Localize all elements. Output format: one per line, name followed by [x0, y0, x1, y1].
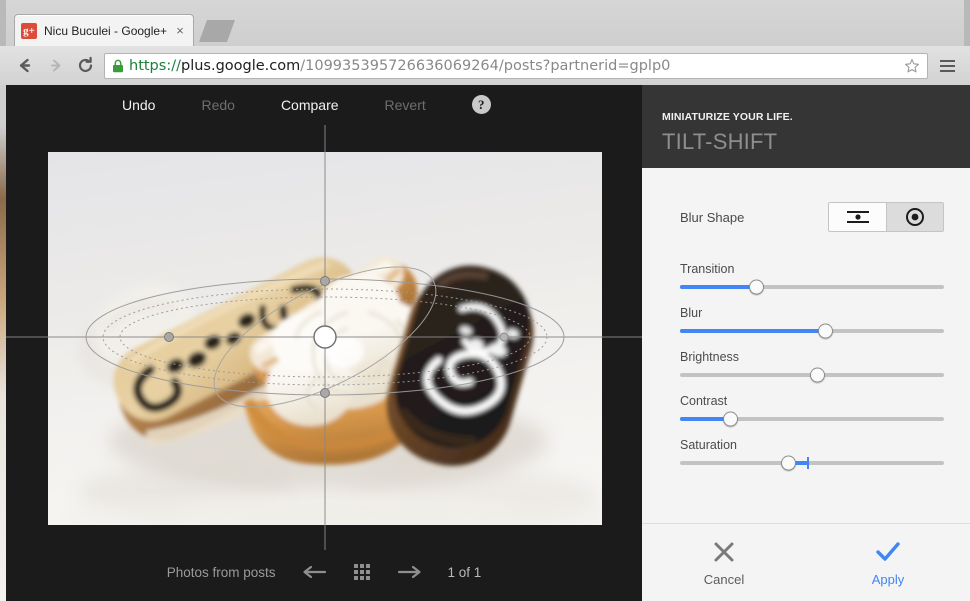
panel-kicker: MINIATURIZE YOUR LIFE.	[662, 111, 793, 123]
slider-blur-knob[interactable]	[817, 323, 833, 339]
browser-toolbar: https://plus.google.com/1099353957266360…	[0, 46, 970, 85]
new-tab-button[interactable]	[199, 20, 235, 42]
page-title: TILT-SHIFT	[662, 129, 778, 154]
back-arrow-icon[interactable]	[10, 52, 40, 80]
photos-source-label[interactable]: Photos from posts	[167, 565, 276, 580]
blur-shape-label: Blur Shape	[680, 209, 745, 225]
address-bar[interactable]: https://plus.google.com/1099353957266360…	[104, 52, 928, 79]
slider-contrast-knob[interactable]	[722, 411, 738, 427]
ssl-lock-icon	[113, 59, 123, 72]
editor-toolbar: Undo Redo Compare Revert ?	[6, 85, 642, 124]
slider-brightness-knob[interactable]	[809, 367, 825, 383]
redo-button: Redo	[201, 96, 235, 113]
compare-button[interactable]: Compare	[281, 93, 339, 117]
browser-chrome: g+ Nicu Buculei - Google+ × https://plus…	[0, 0, 970, 85]
url-scheme: https://	[129, 57, 181, 74]
blur-radial-icon	[906, 208, 924, 226]
edited-photo[interactable]	[48, 152, 602, 525]
tilt-shift-panel: MINIATURIZE YOUR LIFE. TILT-SHIFT Blur S…	[642, 85, 970, 601]
google-plus-icon: g+	[21, 22, 37, 39]
tab-title: Nicu Buculei - Google+	[44, 23, 168, 38]
photo-counter: 1 of 1	[447, 564, 482, 580]
close-icon[interactable]: ×	[173, 24, 187, 38]
panel-actions: Cancel Apply	[642, 523, 970, 601]
star-icon[interactable]	[901, 55, 923, 77]
apply-label: Apply	[871, 571, 905, 587]
help-question-icon[interactable]: ?	[471, 95, 491, 114]
page-content: Undo Redo Compare Revert ? Photos from p…	[0, 85, 970, 601]
slider-brightness-label: Brightness	[680, 350, 740, 364]
tab-strip: g+ Nicu Buculei - Google+ ×	[0, 0, 970, 46]
arrow-right-icon[interactable]	[396, 564, 422, 580]
panel-controls: Blur Shape Transition Blur Brightness Co…	[642, 168, 970, 523]
slider-transition-knob[interactable]	[749, 279, 765, 295]
apply-button[interactable]: Apply	[806, 524, 970, 601]
slider-brightness-track[interactable]	[680, 367, 944, 383]
grid-view-icon[interactable]	[353, 564, 370, 580]
url-path: /109935395726636069264/posts?partnerid=g…	[300, 57, 671, 74]
photo-editor-canvas: Undo Redo Compare Revert ? Photos from p…	[6, 85, 642, 601]
url-text: https://plus.google.com/1099353957266360…	[129, 58, 901, 74]
blur-shape-toggle-group	[828, 202, 944, 232]
slider-contrast-track[interactable]	[680, 411, 944, 427]
browser-window: g+ Nicu Buculei - Google+ × https://plus…	[0, 0, 970, 601]
blur-shape-row: Blur Shape	[680, 202, 944, 232]
hamburger-menu-icon[interactable]	[934, 53, 960, 79]
slider-saturation-knob[interactable]	[780, 455, 796, 471]
slider-blur-label: Blur	[680, 306, 703, 320]
url-host: plus.google.com	[180, 57, 301, 74]
slider-transition-track[interactable]	[680, 279, 944, 295]
slider-saturation-default-tick	[806, 457, 809, 469]
forward-arrow-icon	[40, 52, 70, 80]
close-x-icon	[714, 542, 734, 561]
slider-contrast-label: Contrast	[680, 394, 728, 408]
browser-tab[interactable]: g+ Nicu Buculei - Google+ ×	[14, 14, 194, 46]
blur-linear-icon	[846, 211, 869, 223]
slider-transition: Transition	[680, 262, 944, 295]
panel-header: MINIATURIZE YOUR LIFE. TILT-SHIFT	[642, 85, 970, 168]
cancel-button[interactable]: Cancel	[642, 524, 806, 601]
checkmark-icon	[876, 541, 900, 561]
slider-contrast: Contrast	[680, 394, 944, 427]
slider-saturation-track[interactable]	[680, 455, 944, 471]
reload-icon[interactable]	[70, 52, 100, 80]
slider-brightness: Brightness	[680, 350, 944, 383]
slider-blur-track[interactable]	[680, 323, 944, 339]
photo-navigation-bar: Photos from posts 1 of 1	[6, 543, 642, 601]
cancel-label: Cancel	[703, 571, 745, 587]
revert-button: Revert	[384, 96, 426, 113]
slider-saturation: Saturation	[680, 438, 944, 471]
arrow-left-icon[interactable]	[302, 564, 328, 580]
blur-radial-button[interactable]	[886, 203, 943, 231]
blur-linear-button[interactable]	[829, 203, 886, 231]
undo-button[interactable]: Undo	[122, 93, 155, 117]
slider-transition-label: Transition	[680, 262, 735, 276]
slider-blur: Blur	[680, 306, 944, 339]
photo-container	[48, 152, 602, 525]
slider-saturation-label: Saturation	[680, 438, 737, 452]
